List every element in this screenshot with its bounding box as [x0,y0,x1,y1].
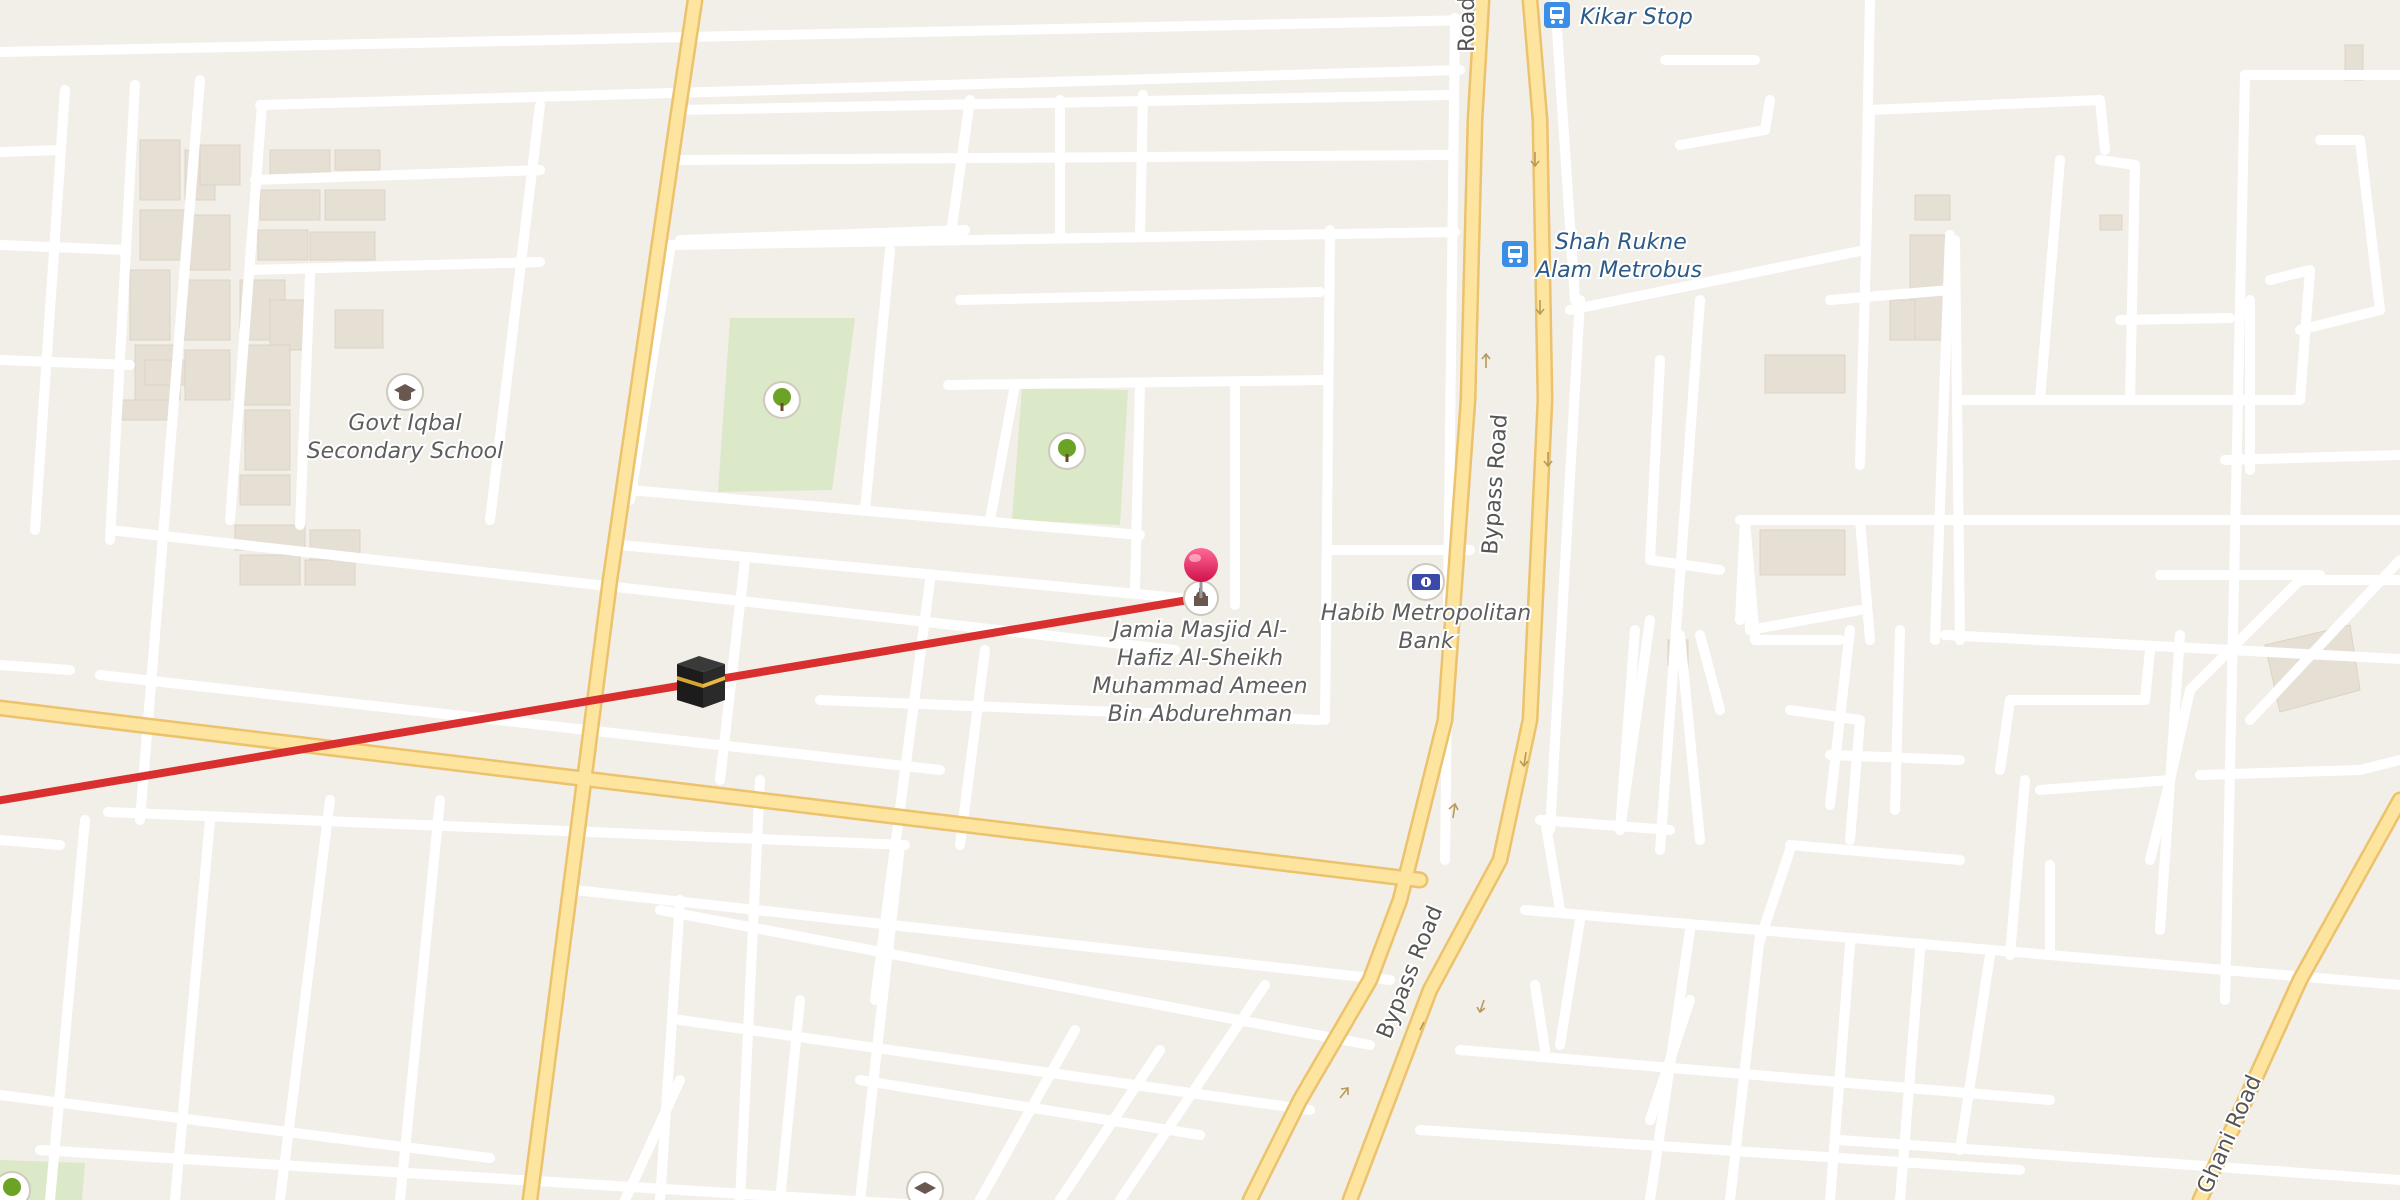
school-label-line2[interactable]: Secondary School [305,437,506,466]
mosque-label-line4[interactable]: Bin Abdurehman [1106,700,1294,729]
school-icon[interactable] [906,1171,944,1200]
tree-icon[interactable] [1048,432,1086,470]
map-canvas[interactable]: Road Bypass Road Bypass Road Ghani Road … [0,0,2400,1200]
bank-label-line1[interactable]: Habib Metropolitan [1319,599,1533,628]
road-label-bypass-top: Road [1455,0,1480,52]
mosque-label-line2[interactable]: Hafiz Al-Sheikh [1115,644,1285,673]
kaaba-icon[interactable] [677,656,725,708]
school-icon[interactable] [386,373,424,411]
kikar-stop-label[interactable]: Kikar Stop [1578,3,1695,32]
mosque-label-line1[interactable]: Jamia Masjid Al- [1107,616,1289,645]
bank-icon[interactable] [1407,563,1445,601]
tree-icon[interactable] [763,381,801,419]
bus-stop-icon[interactable] [1502,241,1528,267]
bus-stop-icon[interactable] [1544,2,1570,28]
metrobus-label-line1[interactable]: Shah Rukne [1553,228,1689,257]
school-label-line1[interactable]: Govt Iqbal [346,409,463,438]
metrobus-label-line2[interactable]: Alam Metrobus [1532,256,1704,285]
mosque-label-line3[interactable]: Muhammad Ameen [1090,672,1309,701]
bank-label-line2[interactable]: Bank [1396,627,1457,656]
